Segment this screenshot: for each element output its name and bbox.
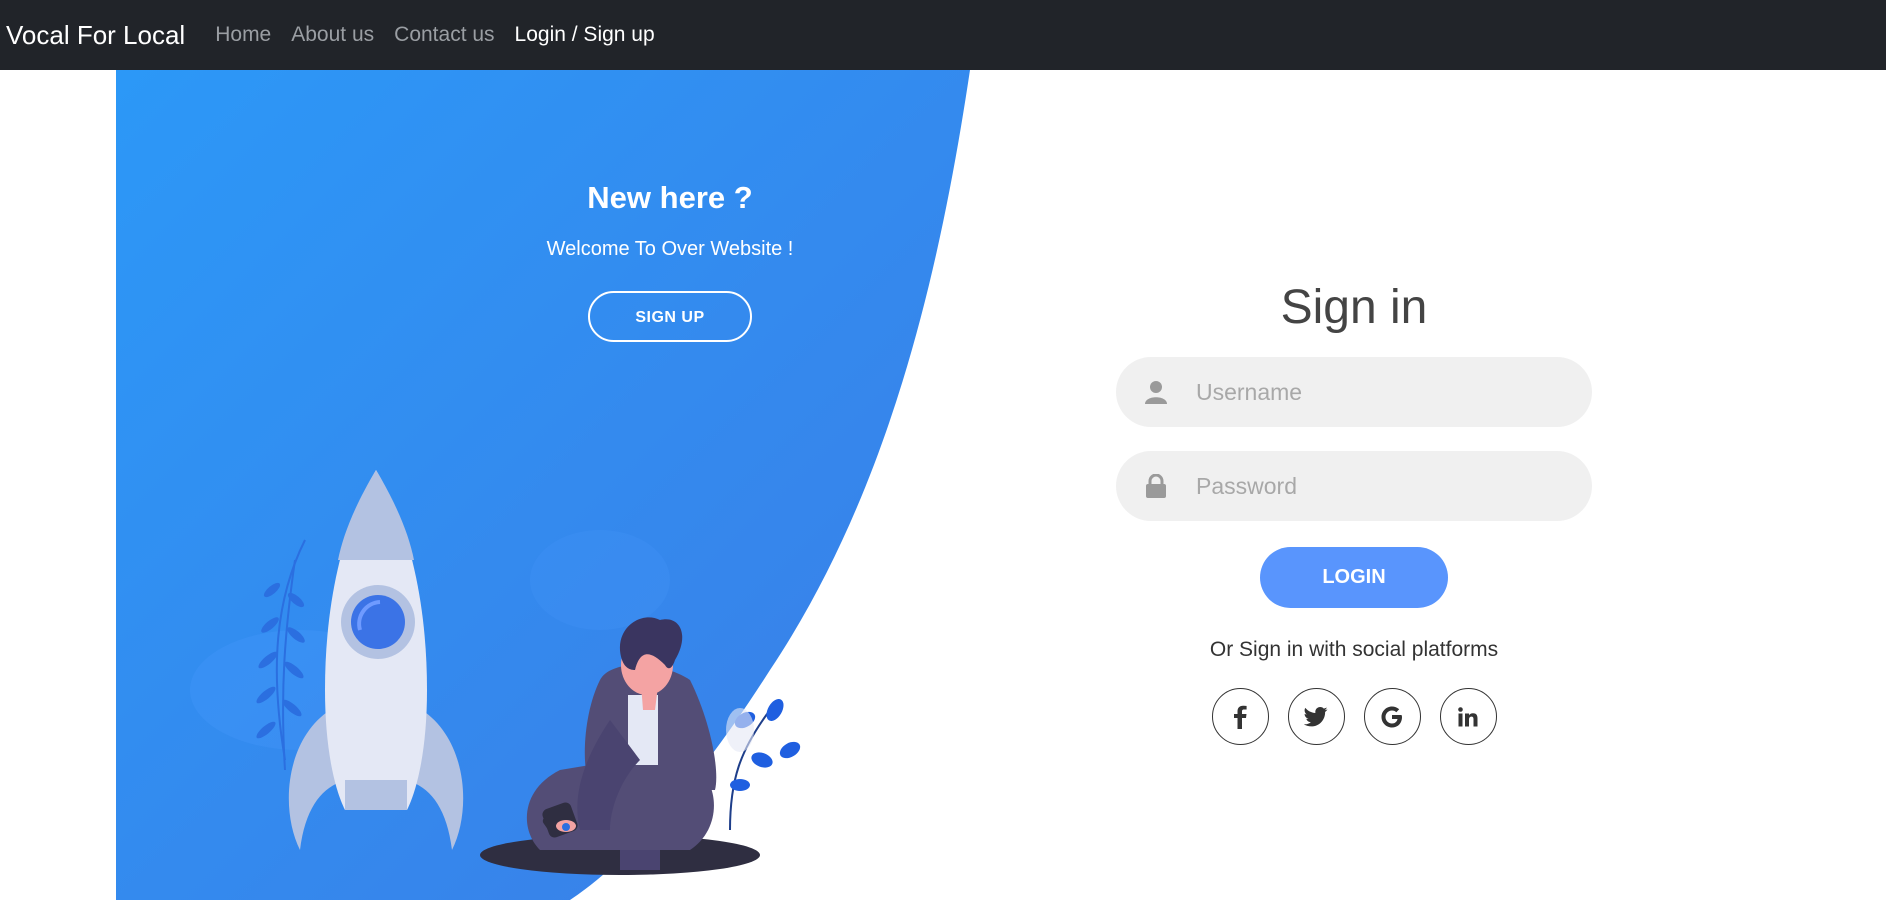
plant-right-icon [726, 699, 801, 831]
user-icon [1116, 380, 1196, 404]
linkedin-icon[interactable] [1439, 688, 1497, 745]
social-buttons [1116, 688, 1592, 745]
twitter-icon[interactable] [1287, 688, 1345, 745]
main-stage: New here ? Welcome To Over Website ! SIG… [0, 70, 1886, 900]
login-button[interactable]: LOGIN [1260, 547, 1448, 608]
google-icon[interactable] [1363, 688, 1421, 745]
lock-icon [1116, 474, 1196, 498]
navbar: Vocal For Local Home About us Contact us… [0, 0, 1886, 70]
nav-contact[interactable]: Contact us [394, 23, 494, 47]
password-input[interactable] [1196, 472, 1556, 500]
social-text: Or Sign in with social platforms [1209, 638, 1499, 661]
username-field [1116, 357, 1592, 427]
signin-title: Sign in [1280, 281, 1428, 334]
nav-about[interactable]: About us [291, 23, 374, 47]
facebook-icon[interactable] [1211, 688, 1269, 745]
username-input[interactable] [1196, 378, 1556, 406]
nav-home[interactable]: Home [215, 23, 271, 47]
rocket-illustration [190, 470, 801, 875]
brand[interactable]: Vocal For Local [6, 20, 185, 51]
signin-form: Sign in LOGIN Or Sign in with social pla… [1116, 280, 1592, 745]
password-field [1116, 451, 1592, 521]
person-icon [526, 617, 717, 870]
nav-login-signup[interactable]: Login / Sign up [515, 23, 655, 47]
